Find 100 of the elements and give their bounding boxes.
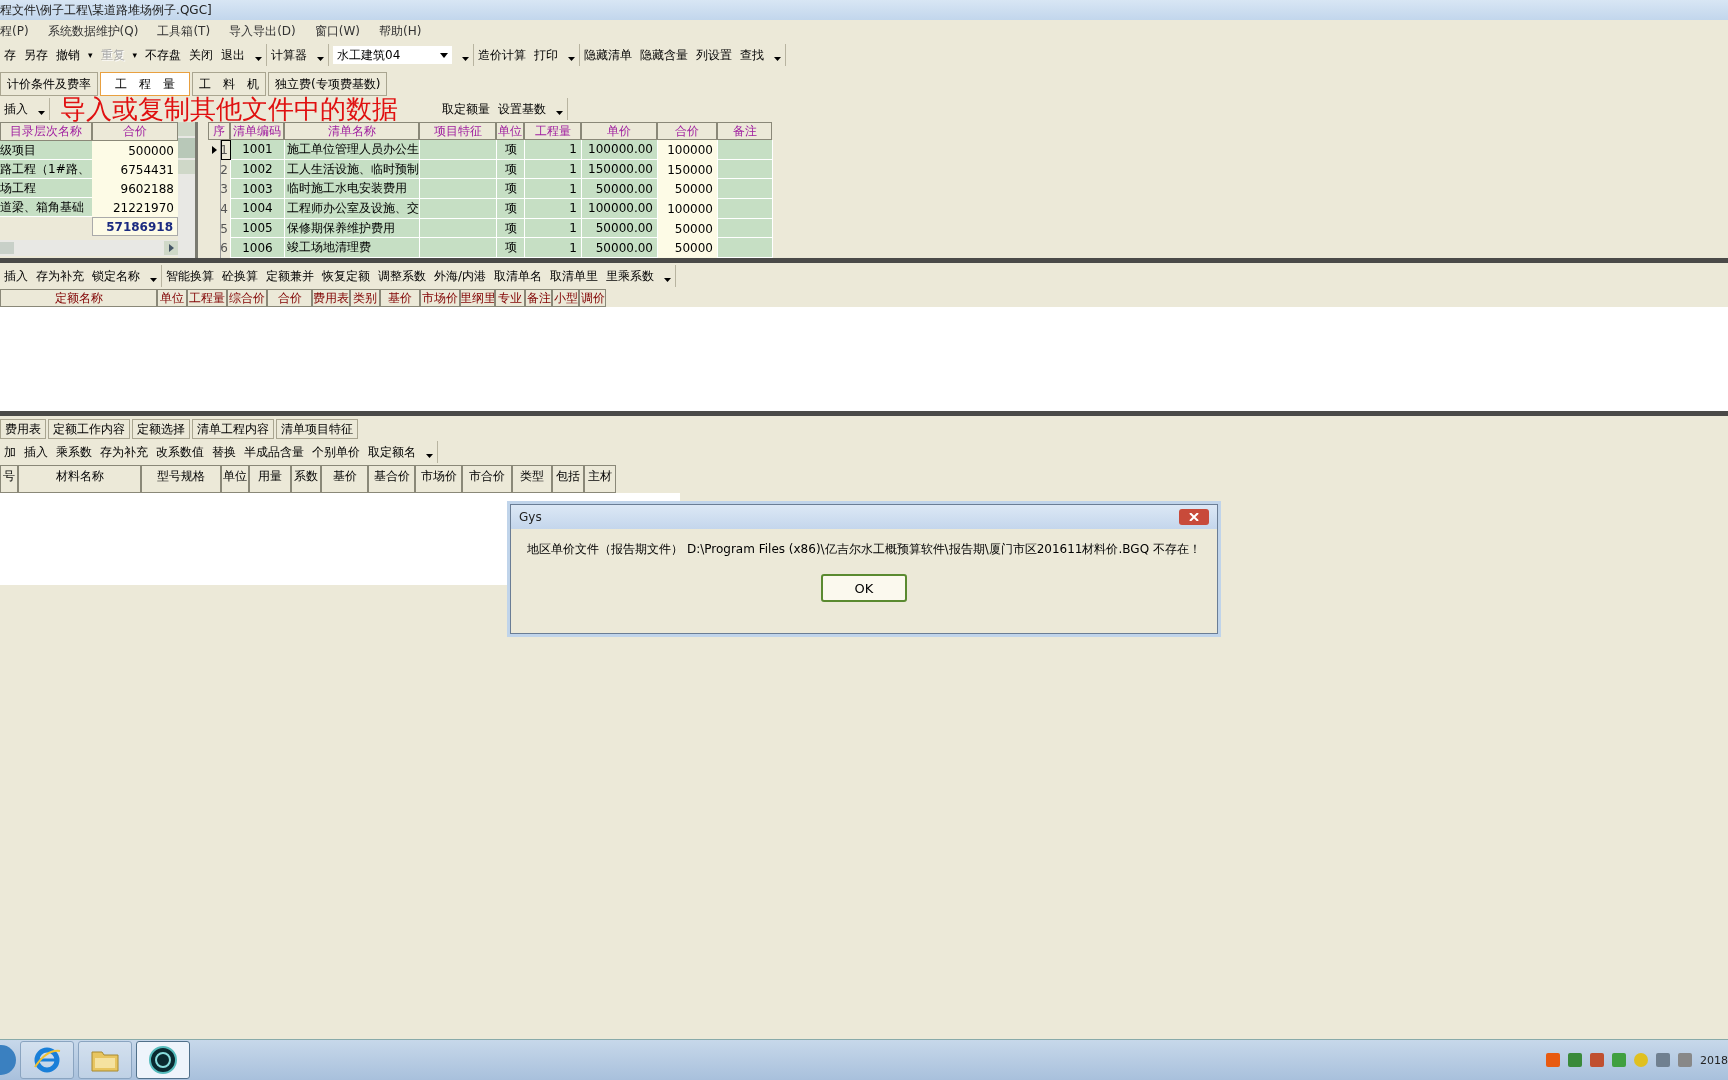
column-header: 基价 bbox=[321, 465, 368, 493]
toolbar-button[interactable]: 造价计算 bbox=[478, 46, 527, 64]
toolbar-button[interactable]: 里乘系数 bbox=[606, 267, 655, 285]
toolbar-button[interactable]: 查找 bbox=[740, 46, 765, 64]
vertical-scrollbar[interactable] bbox=[178, 122, 195, 258]
chevron-icon[interactable] bbox=[426, 454, 433, 458]
toolbar-button[interactable]: 定额兼并 bbox=[266, 267, 314, 285]
toolbar-button[interactable]: 半成品含量 bbox=[244, 443, 304, 461]
start-button[interactable] bbox=[0, 1045, 16, 1075]
toolbar-button[interactable]: 列设置 bbox=[696, 46, 733, 64]
toolbar-button[interactable]: 砼换算 bbox=[222, 267, 258, 285]
toolbar-button[interactable]: 取清单里 bbox=[550, 267, 599, 285]
toolbar-button[interactable]: 插入 bbox=[4, 100, 28, 118]
table-cell: 1006 bbox=[231, 238, 285, 259]
taskbar-app[interactable] bbox=[136, 1041, 190, 1079]
tab[interactable]: 费用表 bbox=[0, 419, 46, 439]
dialog-message: 地区单价文件（报告期文件） D:\Program Files (x86)\亿吉尔水工概预算软件\报告期\厦门市区201611材料价.BGQ 不存在！ bbox=[527, 541, 1201, 558]
toolbar-button[interactable]: 插入 bbox=[24, 443, 48, 461]
menu-item[interactable]: 帮助(H) bbox=[378, 22, 422, 40]
menu-item[interactable]: 系统数据维护(Q) bbox=[47, 22, 139, 40]
tab[interactable]: 定额选择 bbox=[132, 419, 190, 439]
toolbar-button[interactable]: 加 bbox=[4, 443, 16, 461]
table-cell: 1 bbox=[525, 238, 582, 259]
toolbar-button[interactable]: 调整系数 bbox=[378, 267, 426, 285]
menu-item[interactable]: 导入导出(D) bbox=[229, 22, 296, 40]
table-cell[interactable]: 道梁、箱角基础 bbox=[0, 198, 92, 217]
scroll-right-icon[interactable] bbox=[168, 244, 174, 252]
toolbar-button[interactable]: 取定额名 bbox=[368, 443, 416, 461]
chevron-icon[interactable] bbox=[568, 57, 576, 61]
toolbar-button[interactable]: 撤销 bbox=[56, 46, 80, 64]
column-header: 合价 bbox=[92, 122, 178, 141]
toolbar-button[interactable]: 隐藏含量 bbox=[640, 46, 689, 64]
chevron-icon[interactable] bbox=[556, 111, 563, 115]
column-header: 号 bbox=[0, 465, 18, 493]
tab[interactable]: 工 料 机 bbox=[192, 72, 266, 96]
table-cell[interactable]: 路工程（1#路、 bbox=[0, 160, 92, 179]
toolbar-button[interactable]: 设置基数 bbox=[498, 100, 546, 118]
chevron-icon[interactable] bbox=[255, 57, 263, 61]
table-cell: 1002 bbox=[231, 159, 285, 180]
toolbar-button[interactable]: 替换 bbox=[212, 443, 236, 461]
tab[interactable]: 清单工程内容 bbox=[192, 419, 274, 439]
dropdown-arrow[interactable]: ▾ bbox=[88, 50, 93, 60]
chevron-icon[interactable] bbox=[462, 57, 470, 61]
chevron-icon[interactable] bbox=[664, 278, 672, 282]
toolbar-button[interactable]: 取定额量 bbox=[442, 100, 490, 118]
table-cell: 50000 bbox=[658, 179, 718, 199]
table-cell: 50000 bbox=[658, 218, 718, 239]
tab[interactable]: 工 程 量 bbox=[100, 72, 190, 96]
toolbar-button[interactable]: 计算器 bbox=[271, 46, 308, 64]
chevron-icon[interactable] bbox=[317, 57, 325, 61]
toolbar-button[interactable]: 打印 bbox=[534, 46, 559, 64]
toolbar-button[interactable]: 另存 bbox=[24, 46, 48, 64]
column-header: 工程量 bbox=[187, 289, 227, 307]
table-cell: 1 bbox=[525, 218, 582, 239]
close-button[interactable] bbox=[1179, 509, 1209, 525]
column-header: 调价 bbox=[579, 289, 606, 307]
toolbar-button[interactable]: 存为补充 bbox=[100, 443, 148, 461]
column-header: 工程量 bbox=[524, 122, 581, 140]
chevron-icon[interactable] bbox=[774, 57, 782, 61]
menu-item[interactable]: 程(P) bbox=[0, 22, 29, 40]
toolbar-button[interactable]: 存 bbox=[4, 46, 16, 64]
template-dropdown[interactable]: 水工建筑04 bbox=[333, 46, 453, 64]
dropdown-arrow[interactable]: ▾ bbox=[132, 50, 138, 60]
toolbar-button[interactable]: 退出 bbox=[221, 46, 246, 64]
ok-button[interactable]: OK bbox=[821, 574, 907, 602]
toolbar-button[interactable]: 智能换算 bbox=[166, 267, 214, 285]
table-cell[interactable]: 级项目 bbox=[0, 141, 92, 160]
toolbar-button[interactable]: 锁定名称 bbox=[92, 267, 140, 285]
table-cell: 50000.00 bbox=[582, 238, 658, 259]
table-cell: 50000 bbox=[658, 238, 718, 259]
toolbar-button[interactable]: 乘系数 bbox=[56, 443, 92, 461]
column-header: 序 bbox=[208, 122, 230, 140]
toolbar-button[interactable]: 取清单名 bbox=[494, 267, 543, 285]
toolbar-button[interactable]: 隐藏清单 bbox=[584, 46, 633, 64]
table-cell[interactable]: 场工程 bbox=[0, 179, 92, 198]
tab[interactable]: 定额工作内容 bbox=[48, 419, 130, 439]
toolbar-button[interactable]: 关闭 bbox=[189, 46, 214, 64]
toolbar-button[interactable]: 插入 bbox=[4, 267, 28, 285]
toolbar-button[interactable]: 恢复定额 bbox=[322, 267, 370, 285]
tab[interactable]: 计价条件及费率 bbox=[0, 72, 98, 96]
toolbar-button[interactable]: 外海/内港 bbox=[434, 267, 487, 285]
column-header: 类型 bbox=[512, 465, 552, 493]
toolbar-button[interactable]: 存为补充 bbox=[36, 267, 84, 285]
tab[interactable]: 清单项目特征 bbox=[276, 419, 358, 439]
table-cell: 保修期保养维护费用 bbox=[285, 218, 420, 239]
chevron-icon[interactable] bbox=[38, 111, 45, 115]
toolbar-button[interactable]: 改系数值 bbox=[156, 443, 204, 461]
horizontal-scrollbar[interactable] bbox=[0, 240, 178, 256]
table-cell: 21221970 bbox=[92, 198, 178, 217]
toolbar-button[interactable]: 个别单价 bbox=[312, 443, 360, 461]
table-cell: 项 bbox=[497, 159, 525, 180]
column-header: 备注 bbox=[717, 122, 772, 140]
tab[interactable]: 独立费(专项费基数) bbox=[268, 72, 388, 96]
column-header: 材料名称 bbox=[18, 465, 141, 493]
menu-item[interactable]: 工具箱(T) bbox=[157, 22, 211, 40]
table-cell: 100000 bbox=[658, 199, 718, 219]
toolbar-button[interactable]: 不存盘 bbox=[145, 46, 182, 64]
scroll-thumb[interactable] bbox=[0, 242, 14, 254]
menu-item[interactable]: 窗口(W) bbox=[314, 22, 360, 40]
chevron-icon[interactable] bbox=[150, 278, 157, 282]
